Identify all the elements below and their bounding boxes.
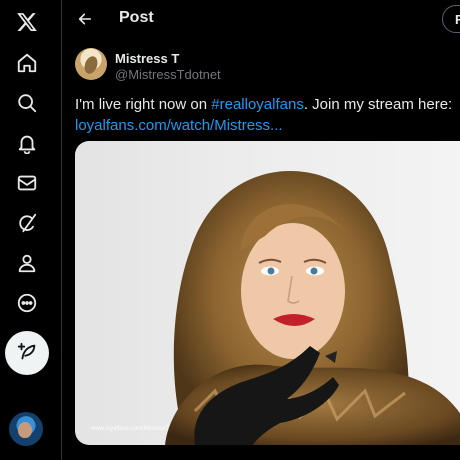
more-circle-icon[interactable] xyxy=(7,283,47,323)
compose-post-button[interactable] xyxy=(5,331,49,375)
hashtag-link[interactable]: #realloyalfans xyxy=(211,96,304,113)
feather-plus-icon xyxy=(17,342,36,360)
arrow-left-icon xyxy=(78,13,92,25)
author-handle[interactable]: @MistressTdotnet xyxy=(115,67,221,82)
grok-icon[interactable] xyxy=(7,203,47,243)
profile-person-icon[interactable] xyxy=(7,243,47,283)
page-header: Post R xyxy=(63,0,460,38)
x-logo-icon[interactable] xyxy=(7,2,47,42)
post-detail-column: Post R Mistress T @MistressTdotnet I'm l… xyxy=(63,0,460,460)
app-window: Post R Mistress T @MistressTdotnet I'm l… xyxy=(0,0,460,460)
author-avatar[interactable] xyxy=(75,48,107,80)
author-name[interactable]: Mistress T xyxy=(115,51,179,66)
home-icon[interactable] xyxy=(7,43,47,83)
external-link[interactable]: loyalfans.com/watch/Mistress... xyxy=(75,117,283,134)
post-media-image[interactable]: www.loyalfans.com/MistressT xyxy=(75,141,460,445)
media-watermark: www.loyalfans.com/MistressT xyxy=(91,426,170,432)
post-text-suffix: . Join my stream here: xyxy=(303,96,453,113)
search-icon[interactable] xyxy=(7,83,47,123)
left-nav xyxy=(0,0,62,460)
back-button[interactable] xyxy=(71,5,99,33)
post-text: I'm live right now on #realloyalfans. Jo… xyxy=(75,94,460,136)
account-avatar[interactable] xyxy=(9,412,43,446)
header-action-button[interactable]: R xyxy=(442,5,460,33)
notifications-bell-icon[interactable] xyxy=(7,123,47,163)
portrait-photo xyxy=(165,171,460,445)
messages-envelope-icon[interactable] xyxy=(7,163,47,203)
page-title: Post xyxy=(119,9,154,26)
post-text-prefix: I'm live right now on xyxy=(75,96,212,113)
